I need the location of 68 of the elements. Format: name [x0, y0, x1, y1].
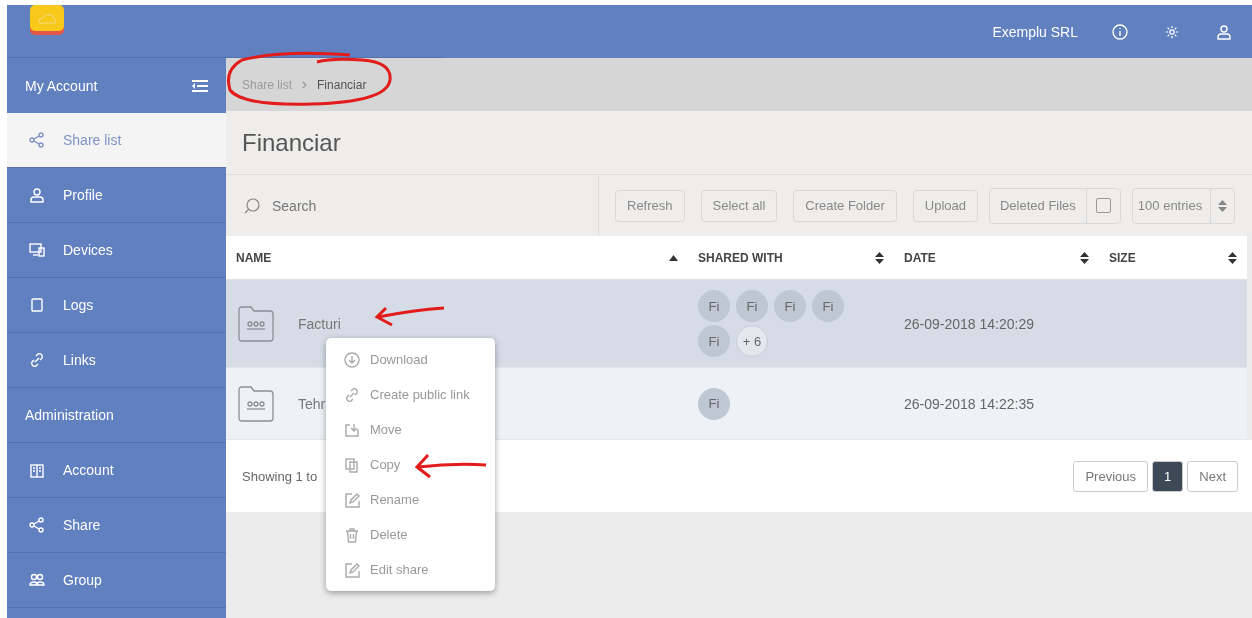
sidebar-title: My Account: [25, 77, 98, 94]
edit-icon: [344, 561, 360, 578]
toolbar-button[interactable]: Create Folder: [793, 189, 897, 222]
column-header: SIZE: [1109, 250, 1136, 265]
link-icon: [29, 352, 45, 368]
devices-icon: [29, 242, 45, 258]
share-icon: [29, 517, 45, 533]
move-icon: [344, 421, 360, 438]
shared-folder-icon: [236, 385, 276, 422]
sort-icon[interactable]: [875, 251, 884, 264]
annotation-arrow: [374, 305, 446, 327]
user-avatar: Fi: [774, 290, 806, 322]
square-icon: [29, 297, 45, 313]
pagination-button[interactable]: Next: [1187, 460, 1238, 492]
rename-icon: [344, 491, 360, 508]
menu-item[interactable]: Edit share: [326, 552, 495, 587]
sort-icon[interactable]: [1080, 251, 1089, 264]
shared-folder-icon: [236, 305, 276, 342]
company-name: Exemplu SRL: [992, 23, 1078, 40]
share-icon: [29, 132, 45, 148]
menu-item[interactable]: Download: [326, 342, 495, 377]
sort-icon: [1218, 199, 1228, 212]
logo-icon: [30, 5, 64, 35]
column-header: NAME: [236, 250, 272, 265]
toolbar-button[interactable]: Refresh: [615, 189, 685, 222]
building-icon: [29, 462, 45, 478]
pagination-button[interactable]: 1: [1152, 460, 1184, 492]
download-icon: [344, 351, 360, 368]
user-avatar: Fi: [698, 325, 730, 357]
breadcrumb-item[interactable]: Share list: [242, 77, 293, 92]
menu-item[interactable]: Create public link: [326, 377, 495, 412]
settings-icon[interactable]: [1165, 24, 1179, 39]
file-name[interactable]: Facturi: [298, 315, 341, 332]
user-avatar: Fi: [812, 290, 844, 322]
user-avatar: Fi: [698, 290, 730, 322]
sort-ascending-icon[interactable]: [669, 254, 678, 261]
link-icon: [344, 386, 360, 403]
trash-icon: [344, 526, 360, 543]
user-icon: [29, 187, 45, 203]
entries-info: Showing 1 to: [242, 468, 318, 484]
search-field[interactable]: Search: [270, 196, 474, 215]
menu-item[interactable]: Copy: [326, 447, 495, 482]
group-icon: [29, 572, 45, 588]
menu-item[interactable]: Rename: [326, 482, 495, 517]
menu-icon[interactable]: [192, 79, 208, 92]
date-text: 26-09-2018 14:22:35: [904, 395, 1034, 412]
copy-icon: [344, 456, 360, 473]
user-avatar: Fi: [698, 387, 730, 420]
user-avatar: Fi: [736, 290, 768, 322]
toolbar-button[interactable]: Select all: [700, 189, 778, 222]
chevron-icon: [302, 80, 308, 89]
column-header: DATE: [904, 250, 936, 265]
column-header: SHARED WITH: [698, 250, 783, 265]
file-name[interactable]: Tehr: [298, 395, 326, 412]
toolbar-button[interactable]: Upload: [912, 189, 978, 222]
more-users-count[interactable]: + 6: [736, 325, 768, 357]
menu-item[interactable]: Move: [326, 412, 495, 447]
pagination-button[interactable]: Previous: [1073, 460, 1149, 492]
date-text: 26-09-2018 14:20:29: [904, 315, 1034, 332]
deleted-files-label: Deleted Files: [998, 198, 1077, 213]
menu-item[interactable]: Delete: [326, 517, 495, 552]
sort-icon[interactable]: [1228, 251, 1237, 264]
checkbox[interactable]: [1095, 198, 1111, 213]
entries-select[interactable]: 100 entries: [1131, 187, 1236, 224]
search-icon: [244, 197, 260, 214]
info-icon[interactable]: [1112, 23, 1128, 40]
sidebar-item[interactable]: Share list: [7, 113, 226, 168]
breadcrumb-item: Financiar: [317, 77, 367, 92]
